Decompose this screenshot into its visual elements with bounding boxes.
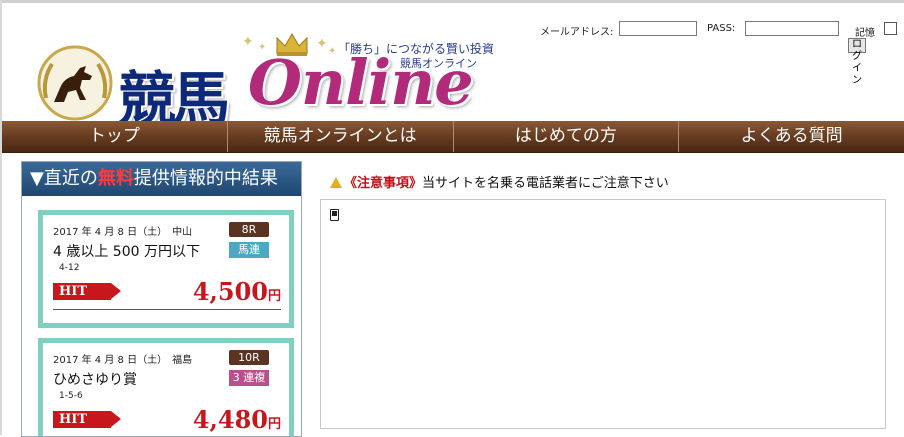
nav-item-beginners[interactable]: はじめての方 <box>454 121 680 152</box>
card-divider <box>53 309 281 310</box>
remember-checkbox[interactable] <box>884 22 897 35</box>
hit-badge: HIT <box>53 283 121 300</box>
payout-amount: 4,480円 <box>193 405 281 434</box>
warning-icon <box>330 177 342 188</box>
left-border <box>0 0 2 435</box>
hit-badge: HIT <box>53 411 121 428</box>
main-nav: トップ 競馬オンラインとは はじめての方 よくある質問 <box>2 121 904 153</box>
result-card[interactable]: 2017 年 4 月 8 日（土） 中山 8R 4 歳以上 500 万円以下 馬… <box>38 210 294 328</box>
race-number-badge: 8R <box>229 222 269 237</box>
phone-icon <box>330 209 339 221</box>
notice-message: 当サイトを名乗る電話業者にご注意下さい <box>422 176 669 191</box>
password-field[interactable] <box>745 21 839 36</box>
notice-panel <box>320 199 886 429</box>
nav-item-about[interactable]: 競馬オンラインとは <box>228 121 454 152</box>
race-date: 2017 年 4 月 8 日（土） 福島 <box>53 355 193 366</box>
result-card[interactable]: 2017 年 4 月 8 日（土） 福島 10R ひめさゆり賞 3 連複 1-5… <box>38 338 294 436</box>
pass-label: PASS: <box>707 23 736 34</box>
bet-type-badge: 馬連 <box>229 242 269 258</box>
payout-amount: 4,500円 <box>193 277 281 306</box>
notice-warn-label: 《注意事項》 <box>344 176 423 191</box>
payout-unit: 円 <box>267 417 281 432</box>
email-label: メールアドレス: <box>540 27 614 38</box>
payout-unit: 円 <box>267 289 281 304</box>
remember-label: 記憶 <box>855 28 875 39</box>
nav-item-top[interactable]: トップ <box>2 121 228 152</box>
payout-value: 4,480 <box>192 405 268 434</box>
race-number-badge: 10R <box>229 350 269 365</box>
payout-value: 4,500 <box>192 277 268 306</box>
race-combo: 4-12 <box>59 263 80 273</box>
race-name: ひめさゆり賞 <box>53 372 137 388</box>
email-field[interactable] <box>619 21 697 36</box>
sidebar-title-post: 提供情報的中結果 <box>133 168 278 189</box>
race-name: 4 歳以上 500 万円以下 <box>53 244 200 260</box>
race-combo: 1-5-6 <box>59 391 83 401</box>
race-date: 2017 年 4 月 8 日（土） 中山 <box>53 227 193 238</box>
notice-heading: 《注意事項》当サイトを名乗る電話業者にご注意下さい <box>330 172 669 191</box>
top-border <box>0 0 904 3</box>
login-button[interactable]: ログイン <box>848 38 866 86</box>
sidebar-title: ▼直近の無料提供情報的中結果 <box>22 162 301 196</box>
horse-laurel-icon <box>37 45 113 121</box>
nav-item-faq[interactable]: よくある質問 <box>679 121 904 152</box>
sidebar-title-free: 無料 <box>97 168 134 189</box>
results-sidebar: ▼直近の無料提供情報的中結果 2017 年 4 月 8 日（土） 中山 8R 4… <box>21 161 302 437</box>
bet-type-badge: 3 連複 <box>229 370 269 386</box>
site-logo[interactable]: ✦ ✦ ✦ ✦ 競馬 Online 「勝ち」につながる賢い投資 競馬オンライン <box>34 22 504 133</box>
tagline-sub: 競馬オンライン <box>400 57 477 70</box>
sidebar-title-pre: ▼直近の <box>30 168 98 189</box>
